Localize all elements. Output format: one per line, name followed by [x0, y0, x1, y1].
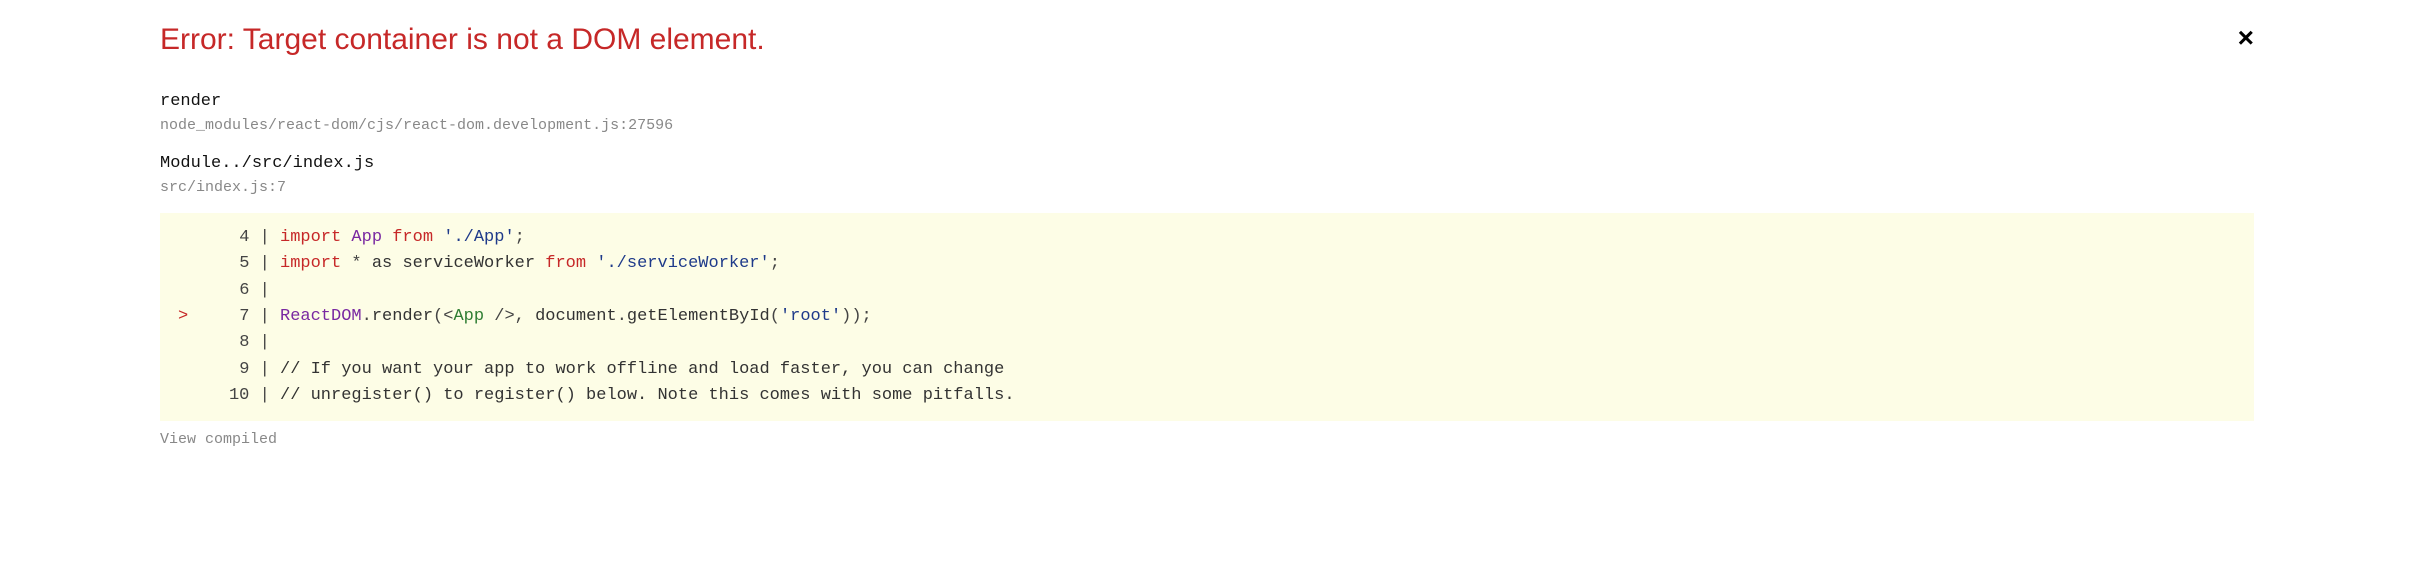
error-caret — [178, 330, 192, 356]
code-token: import — [280, 254, 341, 273]
code-token — [341, 228, 351, 247]
stack-frame-location: node_modules/react-dom/cjs/react-dom.dev… — [160, 115, 2254, 138]
line-number: 8 | — [192, 330, 280, 356]
error-overlay: Error: Target container is not a DOM ele… — [0, 20, 2414, 448]
error-caret — [178, 278, 192, 304]
line-number: 4 | — [192, 225, 280, 251]
code-token: ReactDOM — [280, 307, 362, 326]
code-token — [484, 307, 494, 326]
error-caret — [178, 225, 192, 251]
code-token: ( — [770, 307, 780, 326]
stack-frame-location: src/index.js:7 — [160, 177, 2254, 200]
code-line: 6 | — [178, 278, 2236, 304]
code-token: * — [351, 254, 361, 273]
code-line: 4 | import App from './App'; — [178, 225, 2236, 251]
code-token: ; — [770, 254, 780, 273]
error-caret — [178, 357, 192, 383]
code-token: import — [280, 228, 341, 247]
code-token — [433, 228, 443, 247]
code-token: getElementById — [627, 307, 770, 326]
code-token: /> — [494, 307, 514, 326]
code-token: . — [362, 307, 372, 326]
error-caret: > — [178, 304, 192, 330]
code-token: document — [535, 307, 617, 326]
code-line: 8 | — [178, 330, 2236, 356]
error-title: Error: Target container is not a DOM ele… — [160, 20, 765, 59]
code-token: as — [372, 254, 392, 273]
code-line: 9 | // If you want your app to work offl… — [178, 357, 2236, 383]
line-number: 10 | — [192, 383, 280, 409]
line-number: 7 | — [192, 304, 280, 330]
header-row: Error: Target container is not a DOM ele… — [160, 20, 2254, 59]
stack-frame-module: Module../src/index.js src/index.js:7 — [160, 151, 2254, 199]
source-code-block: 4 | import App from './App'; 5 | import … — [160, 213, 2254, 421]
code-token: from — [392, 228, 433, 247]
code-token: render — [372, 307, 433, 326]
code-token: . — [617, 307, 627, 326]
code-token: ; — [515, 228, 525, 247]
code-token: 'root' — [780, 307, 841, 326]
code-token — [382, 228, 392, 247]
code-token: < — [443, 307, 453, 326]
code-token — [392, 254, 402, 273]
line-number: 6 | — [192, 278, 280, 304]
code-token — [341, 254, 351, 273]
code-line: >7 | ReactDOM.render(<App />, document.g… — [178, 304, 2236, 330]
code-token: App — [453, 307, 484, 326]
code-token: './App' — [443, 228, 514, 247]
stack-frame-render: render node_modules/react-dom/cjs/react-… — [160, 89, 2254, 137]
view-compiled-link[interactable]: View compiled — [160, 431, 2254, 448]
code-line: 5 | import * as serviceWorker from './se… — [178, 251, 2236, 277]
code-token — [586, 254, 596, 273]
code-token: './serviceWorker' — [596, 254, 769, 273]
stack-frame-title: Module../src/index.js — [160, 151, 2254, 177]
code-token — [362, 254, 372, 273]
code-token: // unregister() to register() below. Not… — [280, 386, 1015, 405]
code-token — [535, 254, 545, 273]
code-token: serviceWorker — [402, 254, 535, 273]
code-token: )); — [841, 307, 872, 326]
stack-frame-title: render — [160, 89, 2254, 115]
line-number: 9 | — [192, 357, 280, 383]
code-line: 10 | // unregister() to register() below… — [178, 383, 2236, 409]
error-caret — [178, 383, 192, 409]
line-number: 5 | — [192, 251, 280, 277]
close-icon[interactable]: × — [2230, 20, 2262, 56]
code-token: from — [545, 254, 586, 273]
error-caret — [178, 251, 192, 277]
code-token: , — [515, 307, 535, 326]
code-token: App — [351, 228, 382, 247]
code-token: // If you want your app to work offline … — [280, 360, 1004, 379]
code-token: ( — [433, 307, 443, 326]
